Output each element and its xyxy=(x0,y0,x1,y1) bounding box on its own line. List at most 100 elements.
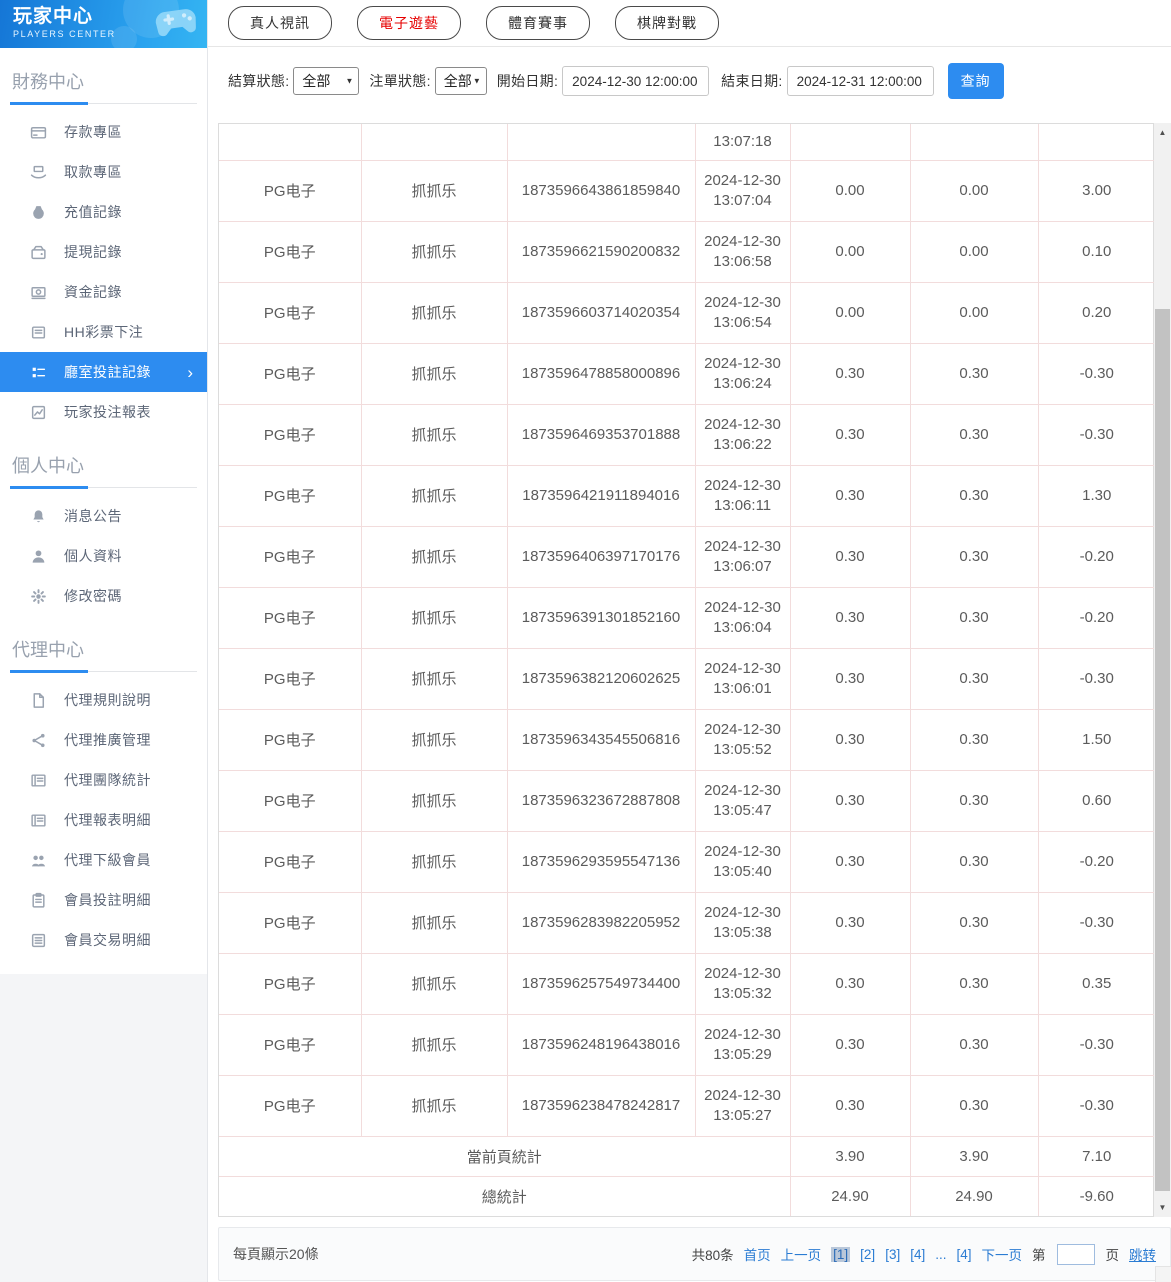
settle-status-select-wrap: 全部 xyxy=(293,67,359,95)
funds-record-icon xyxy=(30,284,47,301)
cell-amount-3: 3.00 xyxy=(1038,160,1155,221)
scroll-up-icon[interactable]: ▲ xyxy=(1154,124,1171,141)
sidebar-item-deposit[interactable]: 存款專區 xyxy=(0,112,207,152)
sidebar-item-member-bets[interactable]: 會員投註明細 xyxy=(0,880,207,920)
summary-total-value-1: 24.90 xyxy=(790,1176,910,1216)
sidebar-item-recharge-record[interactable]: 充值記錄 xyxy=(0,192,207,232)
cell-date-value: 2024-12-30 xyxy=(696,1025,790,1045)
cell-date: 2024-12-3013:06:01 xyxy=(695,648,790,709)
sidebar-item-lottery-bets[interactable]: HH彩票下注 xyxy=(0,312,207,352)
next-page-link[interactable]: 下一页 xyxy=(982,1244,1023,1264)
sidebar-item-agent-rules[interactable]: 代理規則說明 xyxy=(0,680,207,720)
sidebar-item-report-detail[interactable]: 代理報表明細 xyxy=(0,800,207,840)
first-page-link[interactable]: 首页 xyxy=(744,1244,771,1264)
cell-date: 2024-12-3013:05:38 xyxy=(695,892,790,953)
page-current[interactable]: [1] xyxy=(831,1247,850,1262)
sidebar-item-label: 存款專區 xyxy=(64,122,122,142)
section-title: 財務中心 xyxy=(10,63,197,104)
cell-date-value: 2024-12-30 xyxy=(696,903,790,923)
jump-button[interactable]: 跳转 xyxy=(1129,1244,1156,1264)
page-link-6[interactable]: [4] xyxy=(956,1247,971,1262)
sidebar-item-withdrawal-record[interactable]: 提現記錄 xyxy=(0,232,207,272)
agent-rules-icon xyxy=(30,692,47,709)
cell-amount-1: 0.30 xyxy=(790,465,910,526)
cell-date-value: 2024-12-30 xyxy=(696,781,790,801)
cell-amount-2: 0.30 xyxy=(910,1014,1038,1075)
sidebar-panel: 玩家中心 PLAYERS CENTER 財務中心存款專區取款專區充值記錄提現記錄… xyxy=(0,0,207,974)
end-date-label: 結束日期: xyxy=(721,71,782,91)
sidebar-item-team-stats[interactable]: 代理團隊統計 xyxy=(0,760,207,800)
cell-amount-2: 0.30 xyxy=(910,892,1038,953)
cell-amount-3: -0.20 xyxy=(1038,831,1155,892)
cell-provider: PG电子 xyxy=(219,160,361,221)
section-title: 代理中心 xyxy=(10,631,197,672)
table-row: PG电子抓抓乐18735966215902008322024-12-3013:0… xyxy=(219,221,1155,282)
table-scrollbar[interactable]: ▲ ▼ xyxy=(1154,123,1171,1217)
sidebar-item-funds-record[interactable]: 資金記錄 xyxy=(0,272,207,312)
cell-game: 抓抓乐 xyxy=(361,1014,507,1075)
sidebar-item-members[interactable]: 代理下級會員 xyxy=(0,840,207,880)
section-items: 代理規則說明代理推廣管理代理團隊統計代理報表明細代理下級會員會員投註明細會員交易… xyxy=(0,680,207,960)
sidebar-item-gear[interactable]: 修改密碼 xyxy=(0,576,207,616)
sidebar-item-share[interactable]: 代理推廣管理 xyxy=(0,720,207,760)
end-date-input[interactable] xyxy=(787,66,934,96)
withdraw-icon xyxy=(30,164,47,181)
gear-icon xyxy=(30,588,47,605)
tab-button-2[interactable]: 電子遊藝 xyxy=(357,6,461,40)
sidebar-item-bell[interactable]: 消息公告 xyxy=(0,496,207,536)
cell-amount-1: 0.30 xyxy=(790,770,910,831)
tab-button-4[interactable]: 棋牌對戰 xyxy=(615,6,719,40)
tab-button-3[interactable]: 體育賽事 xyxy=(486,6,590,40)
page-jump-input[interactable] xyxy=(1057,1244,1095,1265)
page-link-2[interactable]: [2] xyxy=(860,1247,875,1262)
cell-amount-3: -0.30 xyxy=(1038,648,1155,709)
sidebar-item-member-transactions[interactable]: 會員交易明細 xyxy=(0,920,207,960)
start-date-input[interactable] xyxy=(562,66,709,96)
table-row: PG电子抓抓乐18735962384782428172024-12-3013:0… xyxy=(219,1075,1155,1136)
cell-order-id xyxy=(507,124,695,160)
prev-page-link[interactable]: 上一页 xyxy=(781,1244,822,1264)
cell-game: 抓抓乐 xyxy=(361,160,507,221)
gamepad-icon xyxy=(151,2,201,42)
cell-amount-3: 1.30 xyxy=(1038,465,1155,526)
scrollbar-corner xyxy=(1155,1266,1171,1282)
cell-date: 2024-12-3013:06:22 xyxy=(695,404,790,465)
sidebar-item-label: 代理下級會員 xyxy=(64,850,151,870)
cell-time-value: 13:06:24 xyxy=(696,374,790,394)
summary-total-label: 總統計 xyxy=(219,1176,790,1216)
tab-button-1[interactable]: 真人視訊 xyxy=(228,6,332,40)
scroll-down-icon[interactable]: ▼ xyxy=(1154,1199,1171,1216)
cell-game: 抓抓乐 xyxy=(361,465,507,526)
page-link-4[interactable]: [4] xyxy=(910,1247,925,1262)
cell-time-value: 13:05:52 xyxy=(696,740,790,760)
sidebar-item-room-betting-record[interactable]: 廳室投註記錄› xyxy=(0,352,207,392)
sidebar-item-withdraw[interactable]: 取款專區 xyxy=(0,152,207,192)
cell-order-id: 1873596323672887808 xyxy=(507,770,695,831)
sidebar-item-user[interactable]: 個人資料 xyxy=(0,536,207,576)
settle-status-select[interactable]: 全部 xyxy=(293,67,359,95)
member-transactions-icon xyxy=(30,932,47,949)
table-row: PG电子抓抓乐18735964693537018882024-12-3013:0… xyxy=(219,404,1155,465)
search-button[interactable]: 查詢 xyxy=(948,63,1004,99)
cell-amount-2: 0.00 xyxy=(910,221,1038,282)
table-row: PG电子抓抓乐18735964219118940162024-12-3013:0… xyxy=(219,465,1155,526)
records-table-wrap: 13:07:18PG电子抓抓乐18735966438618598402024-1… xyxy=(218,123,1154,1217)
table-row: PG电子抓抓乐18735966037140203542024-12-3013:0… xyxy=(219,282,1155,343)
player-bet-report-icon xyxy=(30,404,47,421)
filter-bar: 結算狀態: 全部 注單狀態: 全部 開始日期: 結束日期: 查詢 xyxy=(208,47,1171,115)
sidebar-item-player-bet-report[interactable]: 玩家投注報表 xyxy=(0,392,207,432)
summary-current-value-1: 3.90 xyxy=(790,1136,910,1176)
sidebar-nav: 財務中心存款專區取款專區充值記錄提現記錄資金記錄HH彩票下注廳室投註記錄›玩家投… xyxy=(0,63,207,960)
page-link-3[interactable]: [3] xyxy=(885,1247,900,1262)
table-row: PG电子抓抓乐18735963821206026252024-12-3013:0… xyxy=(219,648,1155,709)
scrollbar-thumb[interactable] xyxy=(1155,309,1170,1191)
cell-date: 2024-12-3013:05:52 xyxy=(695,709,790,770)
cell-game: 抓抓乐 xyxy=(361,892,507,953)
deposit-icon xyxy=(30,124,47,141)
cell-amount-1: 0.00 xyxy=(790,160,910,221)
recharge-record-icon xyxy=(30,204,47,221)
table-row: PG电子抓抓乐18735962935955471362024-12-3013:0… xyxy=(219,831,1155,892)
order-status-select[interactable]: 全部 xyxy=(435,67,487,95)
cell-date: 2024-12-3013:06:11 xyxy=(695,465,790,526)
cell-amount-1: 0.30 xyxy=(790,404,910,465)
